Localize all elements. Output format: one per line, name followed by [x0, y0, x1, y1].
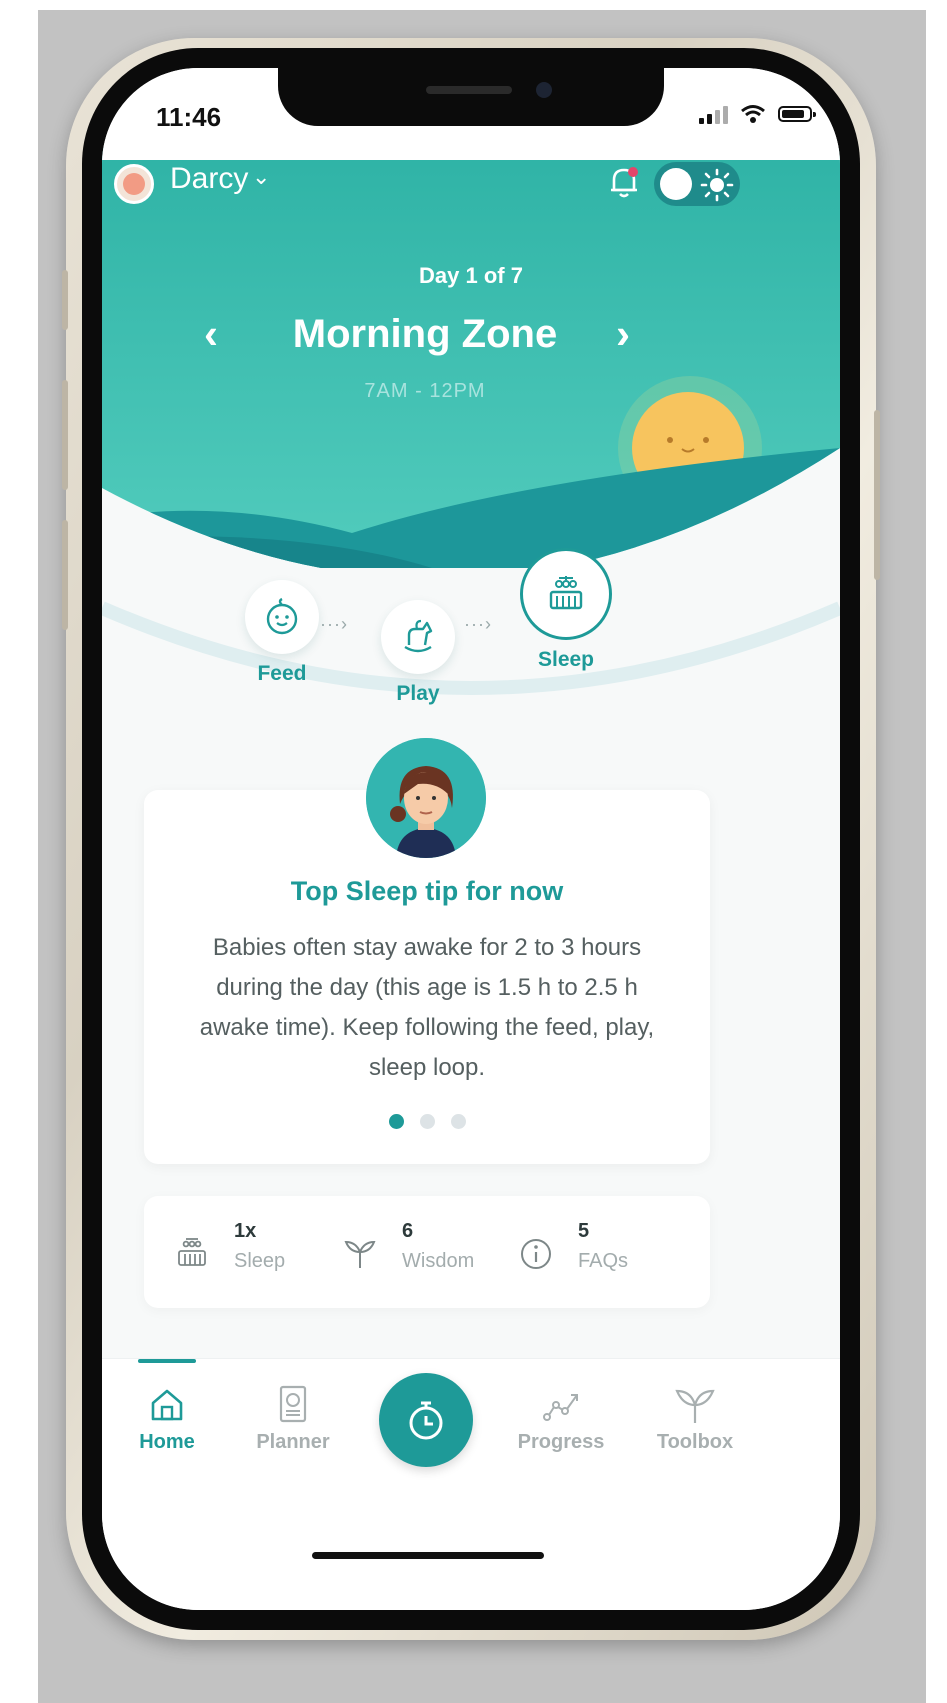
top-bar: Darcy ⌄: [102, 148, 840, 218]
tab-label: Progress: [517, 1431, 605, 1453]
stats-card: 1x Sleep 6 Wisdom 5 FAQs: [144, 1196, 710, 1308]
rocking-horse-icon: [381, 600, 455, 674]
tab-label: Planner: [256, 1431, 330, 1453]
sprout-icon: [344, 1240, 376, 1268]
next-zone-button[interactable]: ›: [616, 310, 630, 358]
notification-dot: [628, 167, 638, 177]
step-label: Feed: [257, 662, 307, 685]
stat-count: 6: [402, 1220, 414, 1242]
step-arrow: ···›: [320, 614, 348, 634]
sprout-icon: [675, 1389, 715, 1423]
chevron-down-icon[interactable]: ⌄: [252, 164, 270, 190]
stat-label: FAQs: [578, 1250, 629, 1272]
tab-progress[interactable]: Progress: [506, 1383, 616, 1454]
crib-icon: [178, 1238, 206, 1266]
expert-avatar: [366, 738, 486, 858]
carousel-dots[interactable]: [144, 1114, 710, 1129]
child-name-selector[interactable]: Darcy: [170, 162, 248, 196]
tab-timer[interactable]: [379, 1373, 473, 1467]
zone-time-range: 7AM - 12PM: [364, 380, 486, 402]
signal-icon: [699, 104, 728, 124]
tab-toolbox[interactable]: Toolbox: [640, 1383, 750, 1454]
step-sleep[interactable]: Sleep: [511, 548, 621, 672]
planner-icon: [279, 1385, 307, 1423]
status-bar: 11:46: [102, 68, 840, 160]
status-icons: [699, 104, 816, 124]
day-label: Day 1 of 7: [419, 263, 523, 288]
tab-planner[interactable]: Planner: [238, 1383, 348, 1454]
crib-icon: [520, 548, 612, 640]
mute-switch: [62, 270, 68, 330]
wifi-icon: [741, 105, 765, 123]
stat-label: Wisdom: [402, 1250, 475, 1272]
step-label: Sleep: [537, 648, 595, 671]
earpiece: [426, 86, 512, 94]
progress-chart-icon: [543, 1394, 578, 1421]
battery-icon: [778, 106, 816, 122]
bell-icon[interactable]: [604, 162, 644, 202]
front-camera: [536, 82, 552, 98]
status-time: 11:46: [156, 102, 222, 132]
carousel-dot[interactable]: [419, 1114, 435, 1129]
home-indicator: [312, 1552, 544, 1559]
step-play[interactable]: Play: [363, 600, 473, 706]
baby-face-icon: [245, 580, 319, 654]
toggle-knob: [660, 168, 692, 200]
carousel-dot[interactable]: [450, 1114, 466, 1129]
volume-up-button: [62, 380, 68, 490]
zone-title: Morning Zone: [292, 312, 558, 356]
tab-label: Home: [139, 1431, 195, 1453]
step-arrow: ···›: [464, 614, 492, 634]
carousel-dot[interactable]: [388, 1114, 404, 1129]
sun-icon: [700, 168, 734, 202]
step-label: Play: [396, 682, 440, 705]
stopwatch-icon: [409, 1401, 443, 1440]
stat-count: 5: [578, 1220, 590, 1242]
tab-label: Toolbox: [656, 1431, 734, 1453]
notch: [278, 68, 664, 126]
info-icon: [521, 1239, 551, 1269]
tip-title: Top Sleep tip for now: [290, 876, 564, 906]
power-button: [874, 410, 880, 580]
app-screen: 11:46 Darcy ⌄ Day 1 of 7 ‹ Morning Zone …: [102, 68, 840, 1610]
tip-body: Babies often stay awake for 2 to 3 hours…: [199, 934, 655, 1081]
child-avatar[interactable]: [114, 164, 154, 204]
day-night-toggle[interactable]: [654, 162, 740, 206]
tab-home[interactable]: Home: [112, 1383, 222, 1454]
active-tab-indicator: [138, 1359, 196, 1363]
tab-bar: Home Planner Progress Toolbox: [102, 1358, 840, 1610]
home-icon: [151, 1389, 183, 1421]
stat-label: Sleep: [234, 1250, 286, 1272]
volume-down-button: [62, 520, 68, 630]
stat-count: 1x: [234, 1220, 257, 1242]
